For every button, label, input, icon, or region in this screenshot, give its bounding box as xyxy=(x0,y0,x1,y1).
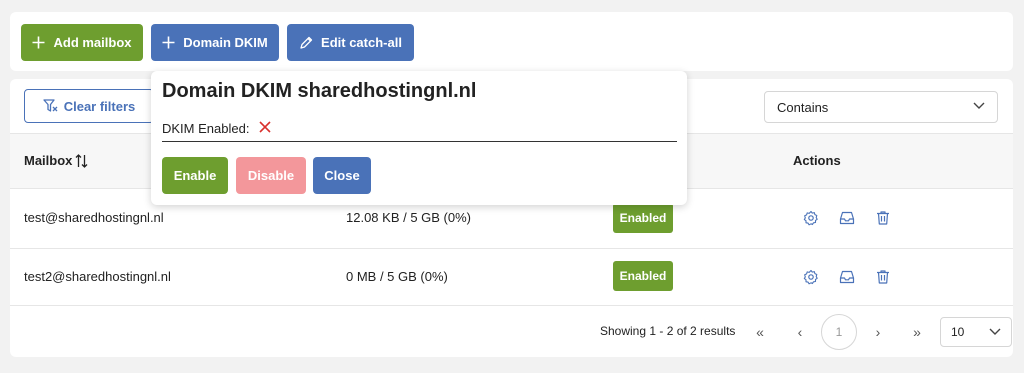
plus-icon xyxy=(32,36,45,49)
status-badge: Enabled xyxy=(613,261,673,291)
gear-icon[interactable] xyxy=(803,210,819,226)
page-number-button[interactable]: 1 xyxy=(821,314,857,350)
mailbox-column-header[interactable]: Mailbox xyxy=(24,153,88,168)
edit-catchall-button[interactable]: Edit catch-all xyxy=(287,24,414,61)
mailbox-cell: test@sharedhostingnl.nl xyxy=(24,210,164,225)
add-mailbox-button[interactable]: Add mailbox xyxy=(21,24,143,61)
close-button[interactable]: Close xyxy=(313,157,371,194)
match-mode-value: Contains xyxy=(777,99,829,115)
add-mailbox-label: Add mailbox xyxy=(53,35,132,50)
pagination-summary: Showing 1 - 2 of 2 results xyxy=(600,324,736,338)
row-divider xyxy=(10,248,1013,249)
trash-icon[interactable] xyxy=(875,210,891,226)
trash-icon[interactable] xyxy=(875,269,891,285)
enable-button[interactable]: Enable xyxy=(162,157,228,194)
inbox-icon[interactable] xyxy=(839,269,855,285)
first-page-button[interactable]: « xyxy=(750,322,770,342)
usage-cell: 12.08 KB / 5 GB (0%) xyxy=(346,210,472,225)
popover-arrow xyxy=(158,62,176,71)
disable-button[interactable]: Disable xyxy=(236,157,306,194)
gear-icon[interactable] xyxy=(803,269,819,285)
footer-divider xyxy=(10,305,1013,306)
clear-filters-button[interactable]: Clear filters xyxy=(24,89,154,123)
popover-title: Domain DKIM sharedhostingnl.nl xyxy=(162,80,477,102)
x-icon xyxy=(259,121,271,133)
chevron-down-icon xyxy=(989,328,1001,335)
plus-icon xyxy=(162,36,175,49)
edit-catchall-label: Edit catch-all xyxy=(321,35,402,50)
mailbox-cell: test2@sharedhostingnl.nl xyxy=(24,269,171,284)
pencil-icon xyxy=(300,36,313,49)
chevron-down-icon xyxy=(973,102,985,109)
last-page-button[interactable]: » xyxy=(907,322,927,342)
page-size-value: 10 xyxy=(951,325,965,339)
next-page-button[interactable]: › xyxy=(868,322,888,342)
dkim-enabled-label: DKIM Enabled: xyxy=(162,121,250,136)
status-badge: Enabled xyxy=(613,203,673,233)
domain-dkim-button[interactable]: Domain DKIM xyxy=(151,24,279,61)
mailbox-header-label: Mailbox xyxy=(24,153,73,168)
clear-filters-label: Clear filters xyxy=(63,98,136,114)
prev-page-button[interactable]: ‹ xyxy=(790,322,810,342)
usage-cell: 0 MB / 5 GB (0%) xyxy=(346,269,448,284)
sort-icon[interactable] xyxy=(75,153,88,168)
filter-clear-icon xyxy=(43,99,58,112)
popover-divider xyxy=(162,141,677,142)
match-mode-select[interactable]: Contains xyxy=(764,91,998,123)
actions-column-header: Actions xyxy=(793,153,841,168)
domain-dkim-label: Domain DKIM xyxy=(183,35,268,50)
inbox-icon[interactable] xyxy=(839,210,855,226)
page-size-select[interactable]: 10 xyxy=(940,317,1012,347)
